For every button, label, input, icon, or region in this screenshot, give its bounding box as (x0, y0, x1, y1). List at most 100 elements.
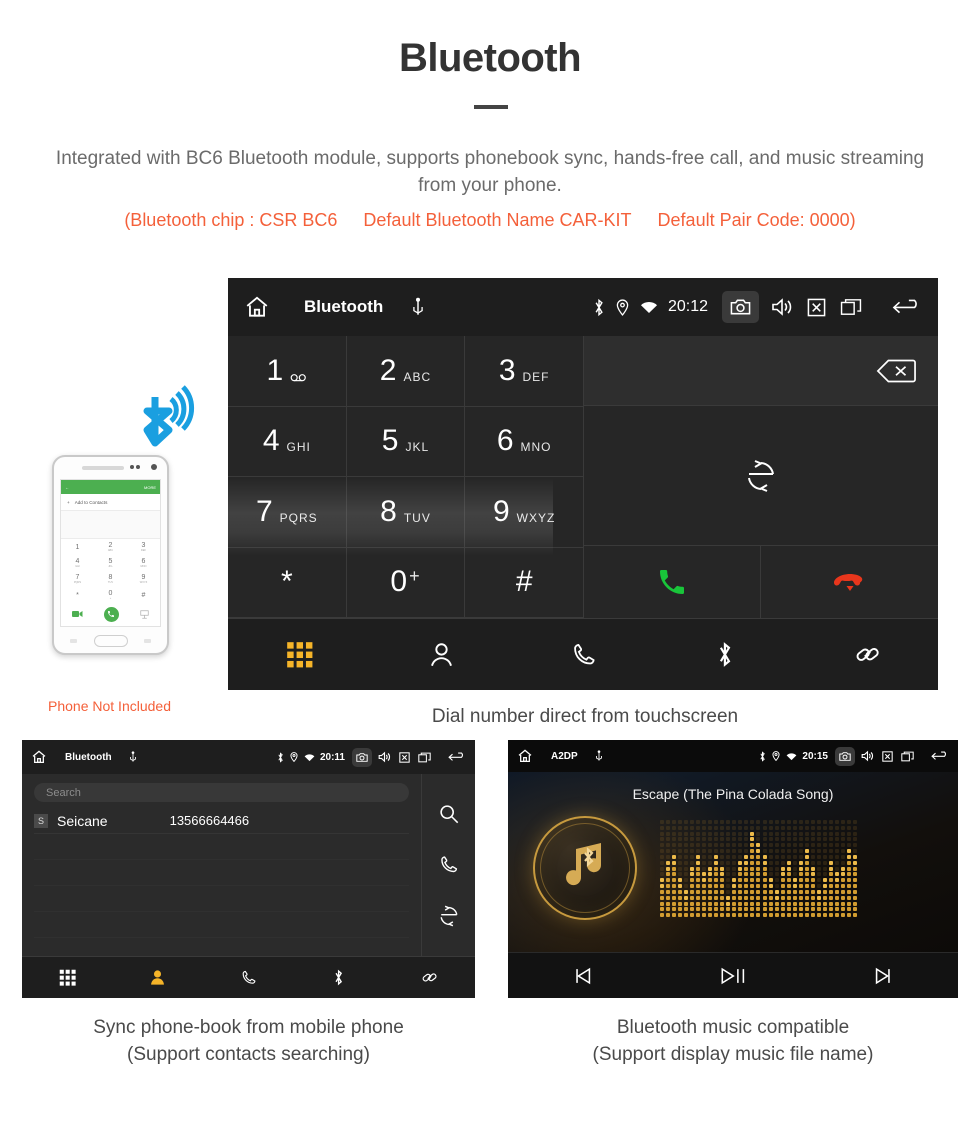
dial-key-1[interactable]: 1 (228, 336, 347, 407)
back-arrow-icon[interactable] (892, 297, 922, 317)
eq-dot (798, 889, 803, 894)
wifi-icon (640, 300, 658, 314)
home-icon[interactable] (517, 748, 533, 764)
dial-key-8[interactable]: 8 TUV (346, 477, 466, 548)
eq-dot (822, 866, 827, 871)
tab-contacts[interactable] (113, 969, 204, 986)
eq-dot (786, 913, 791, 918)
eq-dot (690, 843, 695, 848)
eq-dot (792, 907, 797, 912)
tab-link[interactable] (384, 969, 475, 986)
dial-key-7[interactable]: 7 PQRS (228, 477, 347, 548)
eq-dot (666, 849, 671, 854)
recents-icon[interactable] (840, 298, 862, 316)
home-icon[interactable] (244, 294, 270, 320)
eq-dot (702, 895, 707, 900)
eq-dot (678, 884, 683, 889)
eq-dot (672, 854, 677, 859)
tab-dialpad[interactable] (22, 969, 113, 986)
tab-link[interactable] (796, 641, 938, 668)
close-box-icon[interactable] (807, 298, 826, 317)
dial-key-hash[interactable]: # (465, 547, 584, 618)
dial-key-2[interactable]: 2 ABC (346, 336, 466, 407)
camera-icon[interactable] (835, 746, 855, 766)
backspace-icon[interactable] (876, 358, 916, 384)
eq-dot (690, 860, 695, 865)
sync-button[interactable] (584, 406, 938, 546)
eq-dot (690, 825, 695, 830)
close-box-icon[interactable] (882, 750, 893, 762)
dial-key-digit: 5 (381, 424, 399, 458)
volume-icon[interactable] (861, 750, 874, 762)
previous-button[interactable] (508, 965, 658, 987)
dial-key-9[interactable]: 9 WXYZ (465, 477, 584, 548)
home-icon[interactable] (31, 749, 47, 765)
tab-call-log[interactable] (203, 969, 294, 986)
eq-dot (846, 884, 851, 889)
eq-dot (816, 913, 821, 918)
phone-handset-icon[interactable] (438, 854, 459, 875)
eq-dot (696, 849, 701, 854)
person-icon (428, 641, 455, 668)
eq-dot (696, 901, 701, 906)
play-pause-button[interactable] (658, 965, 808, 987)
dial-key-6[interactable]: 6 MNO (465, 406, 584, 477)
eq-dot (798, 843, 803, 848)
eq-dot (690, 889, 695, 894)
eq-dot (792, 831, 797, 836)
volume-icon[interactable] (378, 751, 391, 763)
eq-dot (792, 843, 797, 848)
eq-dot (750, 878, 755, 883)
volume-icon[interactable] (771, 297, 793, 317)
eq-dot (732, 843, 737, 848)
tab-call-log[interactable] (512, 641, 654, 668)
eq-dot (774, 837, 779, 842)
music-status-bar: A2DP 20:15 (508, 740, 958, 772)
dial-key-0[interactable]: 0 + (346, 547, 466, 618)
next-button[interactable] (808, 965, 958, 987)
search-icon[interactable] (438, 803, 460, 825)
eq-dot (774, 889, 779, 894)
dial-key-5[interactable]: 5 JKL (346, 406, 466, 477)
eq-dot (828, 854, 833, 859)
sync-icon[interactable] (438, 905, 460, 927)
eq-dot (744, 860, 749, 865)
contact-row-empty (34, 912, 409, 938)
eq-dot (816, 843, 821, 848)
eq-dot (726, 860, 731, 865)
tab-bluetooth[interactable] (654, 641, 796, 668)
call-button[interactable] (584, 546, 761, 618)
recents-icon[interactable] (901, 751, 914, 762)
eq-dot (846, 849, 851, 854)
search-input[interactable]: Search (34, 783, 409, 802)
back-arrow-icon[interactable] (448, 751, 466, 763)
eq-dot (774, 895, 779, 900)
tab-bluetooth[interactable] (294, 969, 385, 986)
eq-dot (672, 837, 677, 842)
eq-dot (852, 872, 857, 877)
eq-dot (810, 913, 815, 918)
eq-dot (762, 860, 767, 865)
eq-dot (660, 907, 664, 912)
eq-dot (744, 895, 749, 900)
phone-call-button[interactable] (103, 606, 119, 622)
dial-key-3[interactable]: 3 DEF (465, 336, 584, 407)
eq-dot (696, 860, 701, 865)
number-display[interactable] (584, 336, 938, 406)
music-transport-controls (508, 952, 958, 998)
contact-row[interactable]: S Seicane 13566664466 (34, 808, 409, 834)
back-arrow-icon[interactable] (931, 750, 949, 762)
dial-key-4[interactable]: 4 GHI (228, 406, 347, 477)
recents-icon[interactable] (418, 752, 431, 763)
camera-icon[interactable] (352, 747, 372, 767)
eq-dot (846, 860, 851, 865)
eq-dot (768, 843, 773, 848)
hangup-button[interactable] (761, 546, 938, 618)
tab-contacts[interactable] (370, 641, 512, 668)
dial-key-star[interactable]: * (228, 547, 347, 618)
eq-dot (786, 860, 791, 865)
close-box-icon[interactable] (399, 751, 410, 763)
camera-icon[interactable] (722, 291, 759, 323)
location-icon (616, 298, 629, 316)
tab-dialpad[interactable] (228, 641, 370, 668)
